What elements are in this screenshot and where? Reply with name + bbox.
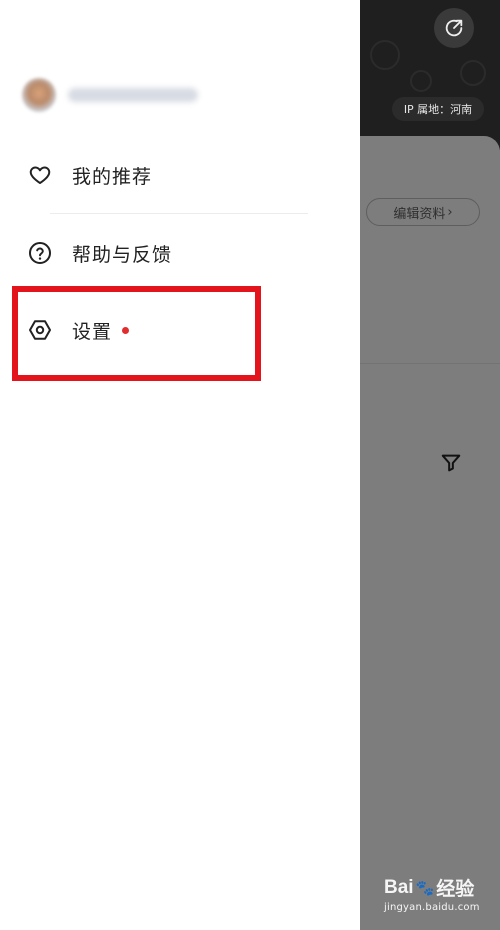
- share-button[interactable]: [434, 8, 474, 48]
- avatar: [22, 78, 56, 112]
- header-doodle: [370, 40, 400, 70]
- header-doodle: [460, 60, 486, 86]
- watermark-brand-suffix: 经验: [436, 879, 475, 900]
- help-circle-icon: [28, 241, 52, 265]
- ip-location-badge: IP 属地：河南: [392, 97, 484, 121]
- background-profile-page: IP 属地：河南 编辑资料 › Bai 🐾 经验 jingyan.baidu.c…: [360, 0, 500, 930]
- watermark-brand-prefix: Bai: [384, 876, 414, 898]
- header-doodle: [410, 70, 432, 92]
- menu-item-help-feedback[interactable]: 帮助与反馈: [28, 238, 172, 268]
- menu-item-label: 我的推荐: [72, 165, 153, 188]
- watermark-site: jingyan.baidu.com: [384, 902, 480, 913]
- profile-header: IP 属地：河南: [360, 0, 500, 150]
- edit-profile-button[interactable]: 编辑资料 ›: [366, 198, 480, 226]
- edit-profile-label: 编辑资料: [393, 206, 446, 222]
- filter-button[interactable]: [440, 452, 462, 474]
- user-profile-row[interactable]: [22, 78, 198, 112]
- menu-item-recommendations[interactable]: 我的推荐: [28, 160, 152, 190]
- side-drawer: 我的推荐 帮助与反馈 设置: [0, 0, 360, 930]
- highlight-annotation-box: [12, 286, 261, 381]
- baidu-jingyan-watermark: Bai 🐾 经验 jingyan.baidu.com: [384, 874, 500, 914]
- username-blurred: [68, 88, 198, 102]
- share-icon: [445, 19, 463, 37]
- profile-divider: [360, 363, 500, 364]
- heart-icon: [28, 163, 52, 187]
- paw-icon: 🐾: [415, 879, 435, 897]
- profile-card: [360, 136, 500, 930]
- menu-divider: [50, 213, 308, 214]
- menu-item-label: 帮助与反馈: [72, 243, 173, 266]
- chevron-right-icon: ›: [447, 204, 453, 220]
- filter-icon: [441, 454, 461, 472]
